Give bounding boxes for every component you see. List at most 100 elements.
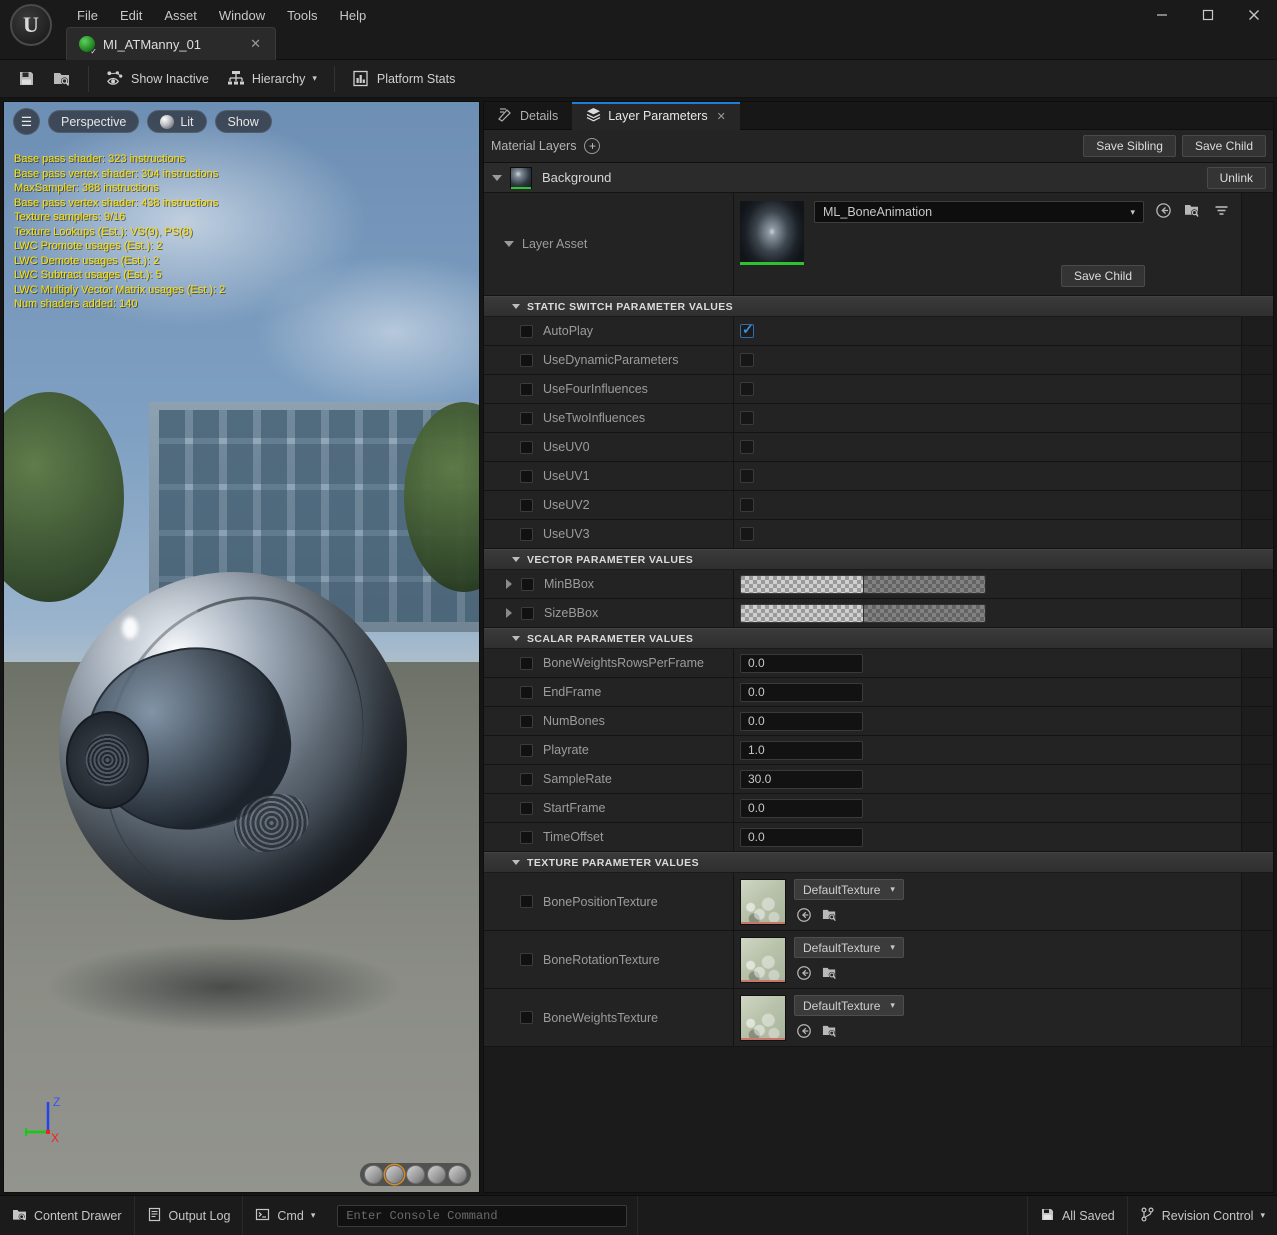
viewport[interactable]: ☰ Perspective Lit Show Base pass shader:… bbox=[3, 101, 480, 1193]
menu-item-file[interactable]: File bbox=[66, 6, 109, 25]
expand-triangle-icon[interactable] bbox=[512, 860, 520, 865]
parameter-override-checkbox[interactable] bbox=[520, 411, 533, 425]
viewport-view-mode-button[interactable]: Lit bbox=[147, 110, 207, 133]
section-header-texture-parameter-values[interactable]: TEXTURE PARAMETER VALUES bbox=[484, 852, 1273, 873]
browse-to-asset-icon[interactable] bbox=[820, 905, 839, 924]
vector-color-swatch[interactable] bbox=[740, 603, 986, 623]
section-header-vector-parameter-values[interactable]: VECTOR PARAMETER VALUES bbox=[484, 549, 1273, 570]
hierarchy-button[interactable]: Hierarchy ▾ bbox=[218, 64, 326, 94]
browse-to-asset-icon[interactable] bbox=[820, 1021, 839, 1040]
add-layer-button[interactable]: + bbox=[584, 138, 601, 154]
use-selected-asset-icon[interactable] bbox=[1154, 201, 1173, 220]
preview-cylinder-button[interactable] bbox=[364, 1165, 383, 1184]
swatch-alpha[interactable] bbox=[863, 574, 986, 594]
use-selected-asset-icon[interactable] bbox=[794, 963, 813, 982]
vector-color-swatch[interactable] bbox=[740, 574, 986, 594]
scalar-value-input[interactable]: 0.0 bbox=[740, 827, 863, 847]
expand-triangle-icon[interactable] bbox=[512, 304, 520, 309]
menu-item-window[interactable]: Window bbox=[208, 6, 276, 25]
layer-asset-save-child-button[interactable]: Save Child bbox=[1060, 265, 1145, 287]
expand-triangle-icon[interactable] bbox=[512, 636, 520, 641]
parameter-override-checkbox[interactable] bbox=[521, 606, 534, 620]
parameter-override-checkbox[interactable] bbox=[520, 1011, 533, 1024]
expand-triangle-icon[interactable] bbox=[504, 241, 514, 247]
value-checkbox[interactable] bbox=[740, 527, 754, 541]
show-inactive-button[interactable]: Show Inactive bbox=[97, 64, 218, 94]
swatch-rgb[interactable] bbox=[740, 603, 863, 623]
cmd-button[interactable]: Cmd ▾ bbox=[243, 1196, 327, 1235]
viewport-camera-mode-button[interactable]: Perspective bbox=[48, 110, 140, 133]
value-checkbox[interactable] bbox=[740, 440, 754, 454]
close-icon[interactable]: ✕ bbox=[246, 36, 265, 52]
use-selected-asset-icon[interactable] bbox=[794, 905, 813, 924]
minimize-button[interactable] bbox=[1139, 0, 1185, 30]
scalar-value-input[interactable]: 0.0 bbox=[740, 798, 863, 818]
parameter-override-checkbox[interactable] bbox=[520, 353, 533, 367]
section-header-static-switch-parameter-values[interactable]: STATIC SWITCH PARAMETER VALUES bbox=[484, 296, 1273, 317]
parameter-override-checkbox[interactable] bbox=[520, 714, 533, 728]
texture-asset-dropdown[interactable]: DefaultTexture ▾ bbox=[794, 995, 904, 1016]
content-drawer-button[interactable]: Content Drawer bbox=[0, 1195, 135, 1235]
parameter-override-checkbox[interactable] bbox=[520, 498, 533, 512]
menu-item-asset[interactable]: Asset bbox=[153, 6, 208, 25]
parameter-override-checkbox[interactable] bbox=[521, 577, 534, 591]
viewport-menu-button[interactable]: ☰ bbox=[13, 108, 40, 135]
parameter-override-checkbox[interactable] bbox=[520, 801, 533, 815]
use-selected-asset-icon[interactable] bbox=[794, 1021, 813, 1040]
menu-item-help[interactable]: Help bbox=[328, 6, 377, 25]
filter-icon[interactable] bbox=[1212, 201, 1231, 220]
expand-triangle-icon[interactable] bbox=[512, 557, 520, 562]
texture-asset-dropdown[interactable]: DefaultTexture ▾ bbox=[794, 937, 904, 958]
texture-asset-dropdown[interactable]: DefaultTexture ▾ bbox=[794, 879, 904, 900]
console-command-input[interactable]: Enter Console Command bbox=[337, 1204, 628, 1227]
layer-row-background[interactable]: Background Unlink bbox=[484, 163, 1273, 193]
preview-cube-button[interactable] bbox=[427, 1165, 446, 1184]
scalar-value-input[interactable]: 0.0 bbox=[740, 682, 863, 702]
preview-custom-mesh-button[interactable] bbox=[448, 1165, 467, 1184]
document-tab-mi-atmanny[interactable]: MI_ATManny_01 ✕ bbox=[66, 27, 276, 60]
parameter-override-checkbox[interactable] bbox=[520, 469, 533, 483]
menu-item-tools[interactable]: Tools bbox=[276, 6, 328, 25]
parameter-override-checkbox[interactable] bbox=[520, 895, 533, 908]
close-icon[interactable]: ✕ bbox=[717, 110, 726, 123]
expand-triangle-icon[interactable] bbox=[506, 579, 512, 589]
parameter-override-checkbox[interactable] bbox=[520, 527, 533, 541]
tab-layer-parameters[interactable]: Layer Parameters ✕ bbox=[572, 102, 740, 130]
texture-thumbnail[interactable] bbox=[740, 878, 786, 925]
browse-to-asset-icon[interactable] bbox=[1183, 201, 1202, 220]
value-checkbox[interactable] bbox=[740, 322, 754, 338]
close-button[interactable] bbox=[1231, 0, 1277, 30]
all-saved-button[interactable]: All Saved bbox=[1026, 1195, 1127, 1235]
save-child-button[interactable]: Save Child bbox=[1181, 135, 1266, 157]
output-log-button[interactable]: Output Log bbox=[135, 1195, 244, 1235]
texture-thumbnail[interactable] bbox=[740, 994, 786, 1041]
scalar-value-input[interactable]: 30.0 bbox=[740, 769, 863, 789]
swatch-rgb[interactable] bbox=[740, 574, 863, 594]
parameter-override-checkbox[interactable] bbox=[520, 440, 533, 454]
value-checkbox[interactable] bbox=[740, 382, 754, 396]
parameter-override-checkbox[interactable] bbox=[520, 743, 533, 757]
scalar-value-input[interactable]: 0.0 bbox=[740, 711, 863, 731]
section-header-scalar-parameter-values[interactable]: SCALAR PARAMETER VALUES bbox=[484, 628, 1273, 649]
value-checkbox[interactable] bbox=[740, 353, 754, 367]
value-checkbox[interactable] bbox=[740, 498, 754, 512]
browse-to-asset-button[interactable] bbox=[44, 64, 80, 94]
parameter-override-checkbox[interactable] bbox=[520, 953, 533, 966]
parameter-override-checkbox[interactable] bbox=[520, 656, 533, 670]
tab-details[interactable]: Details bbox=[484, 102, 572, 130]
layer-asset-thumbnail[interactable] bbox=[740, 201, 804, 265]
platform-stats-button[interactable]: Platform Stats bbox=[343, 64, 465, 94]
scalar-value-input[interactable]: 1.0 bbox=[740, 740, 863, 760]
expand-triangle-icon[interactable] bbox=[492, 174, 502, 181]
save-button[interactable] bbox=[8, 64, 44, 94]
value-checkbox[interactable] bbox=[740, 469, 754, 483]
preview-plane-button[interactable] bbox=[406, 1165, 425, 1184]
value-checkbox[interactable] bbox=[740, 411, 754, 425]
parameter-override-checkbox[interactable] bbox=[520, 324, 533, 338]
browse-to-asset-icon[interactable] bbox=[820, 963, 839, 982]
texture-thumbnail[interactable] bbox=[740, 936, 786, 983]
expand-triangle-icon[interactable] bbox=[506, 608, 512, 618]
maximize-button[interactable] bbox=[1185, 0, 1231, 30]
parameter-override-checkbox[interactable] bbox=[520, 830, 533, 844]
parameter-override-checkbox[interactable] bbox=[520, 685, 533, 699]
